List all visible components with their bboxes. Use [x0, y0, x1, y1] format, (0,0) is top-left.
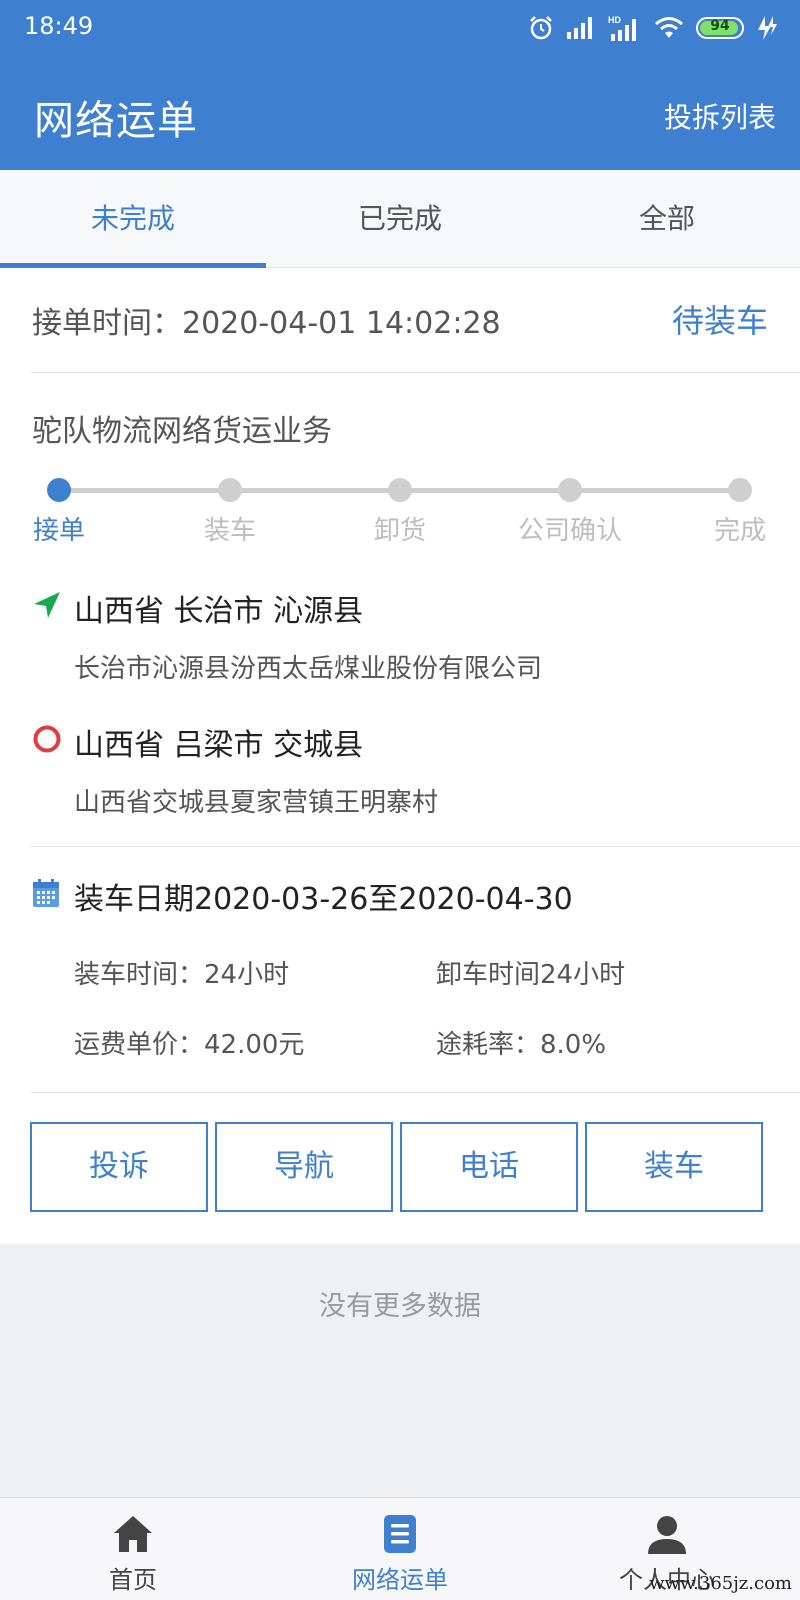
order-card[interactable]: 接单时间：2020-04-01 14:02:28 待装车 驼队物流网络货运业务 … — [0, 268, 800, 1244]
wifi-icon — [655, 17, 683, 38]
signal-icon — [567, 17, 592, 39]
alarm-icon — [530, 16, 552, 40]
origin-detail: 长治市沁源县汾西太岳煤业股份有限公司 — [74, 654, 543, 684]
no-more-data: 没有更多数据 — [319, 1291, 481, 1322]
nav-label: 首页 — [109, 1566, 157, 1594]
tab-bar: 未完成 已完成 全部 — [0, 170, 800, 268]
load-date: 装车日期2020-03-26至2020-04-30 — [74, 882, 573, 917]
divider — [30, 1092, 800, 1093]
bottom-nav: 首页 网络运单 个人中心 www.365jz.com — [0, 1497, 800, 1600]
step-done: 完成 — [670, 468, 800, 547]
step-company-confirm: 公司确认 — [500, 468, 640, 547]
status-bar: 18:49 HD 94 — [0, 0, 800, 56]
step-accept: 接单 — [0, 468, 129, 547]
step-load: 装车 — [160, 468, 300, 547]
document-list-icon — [384, 1515, 416, 1553]
nav-label: 网络运单 — [352, 1566, 448, 1594]
tab-incomplete[interactable]: 未完成 — [0, 170, 266, 268]
status-time: 18:49 — [24, 12, 94, 40]
svg-text:HD: HD — [608, 15, 621, 25]
load-button[interactable]: 装车 — [585, 1122, 763, 1212]
destination-detail: 山西省交城县夏家营镇王明寨村 — [74, 788, 439, 818]
watermark: www.365jz.com — [649, 1573, 792, 1594]
tab-all[interactable]: 全部 — [534, 170, 800, 268]
charging-icon — [758, 16, 777, 40]
step-dot — [558, 478, 582, 502]
progress-steps: 接单 装车 卸货 公司确认 完成 — [0, 468, 800, 548]
home-icon — [114, 1516, 152, 1552]
battery-icon: 94 — [696, 17, 744, 39]
step-dot — [47, 478, 71, 502]
nav-network-waybill[interactable]: 网络运单 — [267, 1498, 533, 1600]
navigation-arrow-icon — [34, 592, 60, 618]
divider — [30, 846, 800, 847]
header: 18:49 HD 94 网络运单 投拆列表 — [0, 0, 800, 170]
freight-price: 运费单价：42.00元 — [74, 1030, 305, 1060]
complaint-list-button[interactable]: 投拆列表 — [664, 96, 776, 136]
order-status: 待装车 — [671, 302, 768, 340]
nav-home[interactable]: 首页 — [0, 1498, 266, 1600]
step-dot — [218, 478, 242, 502]
action-buttons: 投诉 导航 电话 装车 — [30, 1122, 770, 1212]
step-dot — [388, 478, 412, 502]
origin-region: 山西省 长治市 沁源县 — [74, 594, 364, 629]
unload-time: 卸车时间24小时 — [436, 960, 626, 990]
business-name: 驼队物流网络货运业务 — [32, 414, 332, 449]
call-button[interactable]: 电话 — [400, 1122, 578, 1212]
step-label: 接单 — [32, 516, 85, 546]
destination-region: 山西省 吕梁市 交城县 — [74, 728, 364, 763]
step-dot — [728, 478, 752, 502]
accept-time: 接单时间：2020-04-01 14:02:28 — [32, 306, 501, 341]
step-unload: 卸货 — [330, 468, 470, 547]
step-label: 卸货 — [373, 516, 426, 546]
user-icon — [648, 1516, 686, 1554]
status-icons: HD 94 — [528, 14, 778, 42]
destination-circle-icon — [33, 725, 61, 753]
loss-rate: 途耗率：8.0% — [436, 1030, 607, 1060]
battery-level: 94 — [710, 18, 730, 34]
navigate-button[interactable]: 导航 — [215, 1122, 393, 1212]
divider — [30, 372, 800, 373]
signal-hd-icon: HD — [608, 15, 636, 41]
complain-button[interactable]: 投诉 — [30, 1122, 208, 1212]
step-label: 公司确认 — [517, 516, 622, 546]
tab-completed[interactable]: 已完成 — [267, 170, 533, 268]
step-label: 完成 — [713, 516, 766, 546]
page-title: 网络运单 — [34, 98, 198, 144]
load-time: 装车时间：24小时 — [74, 960, 290, 990]
calendar-icon — [33, 879, 59, 907]
step-label: 装车 — [203, 516, 256, 546]
